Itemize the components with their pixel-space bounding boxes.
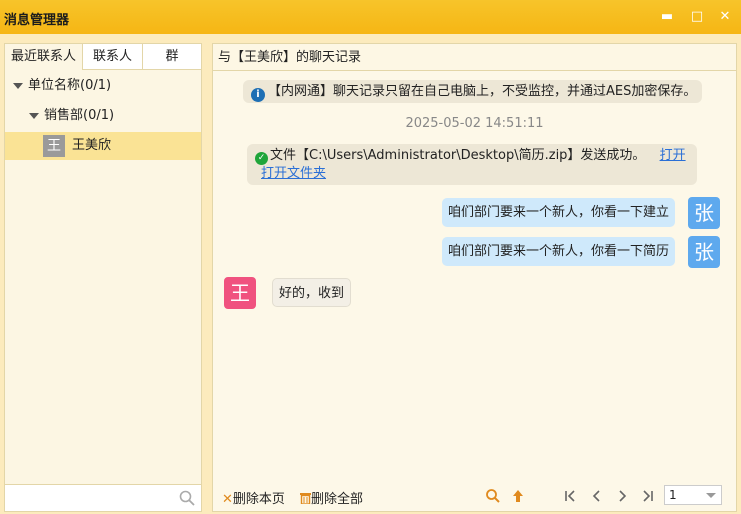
open-file-link[interactable]: 打开 — [660, 148, 686, 163]
check-icon: ✓ — [255, 152, 268, 165]
info-icon: i — [251, 88, 265, 102]
delete-page-label: 删除本页 — [232, 492, 285, 507]
contact-name: 王美欣 — [72, 138, 112, 153]
history-toolbar: ✕删除本页 删除全部 1 — [213, 482, 736, 511]
avatar: 王 — [43, 135, 65, 157]
message-bubble: 好的，收到 — [272, 278, 352, 307]
message-bubble: 咱们部门要来一个新人，你看一下建立 — [442, 198, 676, 227]
security-notice: i 【内网通】聊天记录只留在自己电脑上，不受监控，并通过AES加密保存。 — [243, 80, 702, 103]
chevron-down-icon — [706, 493, 716, 498]
tab-contacts[interactable]: 联系人 — [83, 44, 143, 70]
tree-item-dept[interactable]: 销售部(0/1) — [5, 102, 201, 130]
message-bubble: 咱们部门要来一个新人，你看一下简历 — [442, 237, 676, 266]
search-icon[interactable] — [179, 490, 195, 506]
arrow-up-icon[interactable] — [510, 488, 526, 504]
tree-item-label: 单位名称(0/1) — [28, 78, 112, 93]
page-select-value: 1 — [669, 488, 677, 502]
next-page-icon[interactable] — [614, 488, 630, 504]
tab-recent-contacts[interactable]: 最近联系人 — [5, 44, 83, 70]
delete-all-label: 删除全部 — [311, 492, 364, 507]
search-icon[interactable] — [485, 488, 501, 504]
contact-tabs: 最近联系人 联系人 群 — [5, 44, 201, 70]
window-title: 消息管理器 — [4, 13, 70, 28]
message-timestamp: 2025-05-02 14:51:11 — [405, 116, 544, 131]
first-page-icon[interactable] — [563, 488, 579, 504]
trash-icon — [300, 493, 311, 505]
tree-item-label: 销售部(0/1) — [44, 108, 115, 123]
file-sent-text: 文件【C:\Users\Administrator\Desktop\简历.zip… — [270, 148, 646, 163]
notice-text: 【内网通】聊天记录只留在自己电脑上，不受监控，并通过AES加密保存。 — [268, 84, 697, 99]
chat-history-panel: 与【王美欣】的聊天记录 i 【内网通】聊天记录只留在自己电脑上，不受监控，并通过A… — [212, 43, 737, 512]
avatar: 张 — [688, 197, 720, 229]
tree-item-contact[interactable]: 王 王美欣 — [5, 132, 201, 160]
last-page-icon[interactable] — [639, 488, 655, 504]
close-button[interactable]: ✕ — [716, 8, 734, 26]
delete-page-button[interactable]: ✕删除本页 — [222, 488, 285, 507]
tree-item-org[interactable]: 单位名称(0/1) — [5, 72, 201, 100]
close-icon: ✕ — [222, 492, 233, 507]
chat-history-title: 与【王美欣】的聊天记录 — [213, 44, 736, 71]
title-bar: 消息管理器 ▬ □ ✕ — [0, 0, 741, 34]
tab-groups[interactable]: 群 — [143, 44, 201, 70]
previous-page-icon[interactable] — [589, 488, 605, 504]
delete-all-button[interactable]: 删除全部 — [300, 488, 363, 507]
page-select[interactable]: 1 — [664, 485, 722, 505]
file-sent-message: ✓ 文件【C:\Users\Administrator\Desktop\简历.zi… — [247, 144, 697, 185]
contacts-panel: 最近联系人 联系人 群 单位名称(0/1) 销售部(0/1) 王 王美欣 — [4, 43, 202, 512]
maximize-button[interactable]: □ — [688, 8, 706, 26]
avatar: 王 — [224, 277, 256, 309]
avatar: 张 — [688, 236, 720, 268]
minimize-button[interactable]: ▬ — [658, 8, 676, 26]
chevron-down-icon[interactable] — [13, 83, 23, 89]
open-folder-link[interactable]: 打开文件夹 — [261, 166, 326, 181]
contact-search-input[interactable] — [5, 484, 201, 511]
chevron-down-icon[interactable] — [29, 113, 39, 119]
